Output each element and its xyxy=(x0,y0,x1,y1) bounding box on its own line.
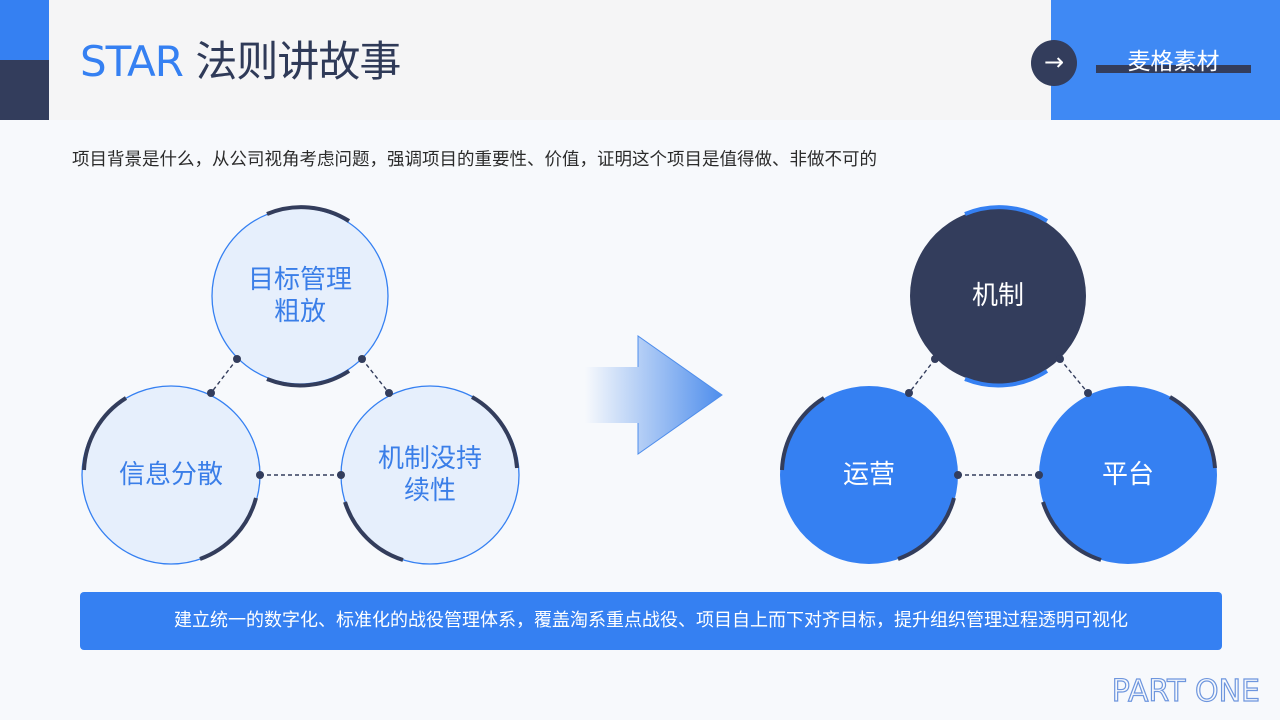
label-operations: 运营 xyxy=(842,460,895,490)
label-mechanism: 机制 xyxy=(971,281,1024,311)
left-diagram xyxy=(81,205,520,565)
label-mechanism-line1: 机制没持 xyxy=(377,444,482,474)
summary-banner: 建立统一的数字化、标准化的战役管理体系，覆盖淘系重点战役、项目自上而下对齐目标，… xyxy=(80,592,1222,650)
label-goal-management: 目标管理 粗放 xyxy=(210,264,390,328)
label-info-scattered: 信息分散 xyxy=(118,460,223,490)
label-platform: 平台 xyxy=(1101,460,1154,490)
label-mechanism-lacking: 机制没持 续性 xyxy=(340,443,520,507)
center-arrow xyxy=(585,336,722,454)
summary-banner-text: 建立统一的数字化、标准化的战役管理体系，覆盖淘系重点战役、项目自上而下对齐目标，… xyxy=(174,610,1128,631)
label-goal-line2: 粗放 xyxy=(273,297,326,327)
right-diagram xyxy=(780,205,1217,564)
label-mechanism-line2: 续性 xyxy=(403,476,456,506)
section-footer-label: PART ONE xyxy=(1111,673,1260,709)
label-goal-line1: 目标管理 xyxy=(247,265,352,295)
